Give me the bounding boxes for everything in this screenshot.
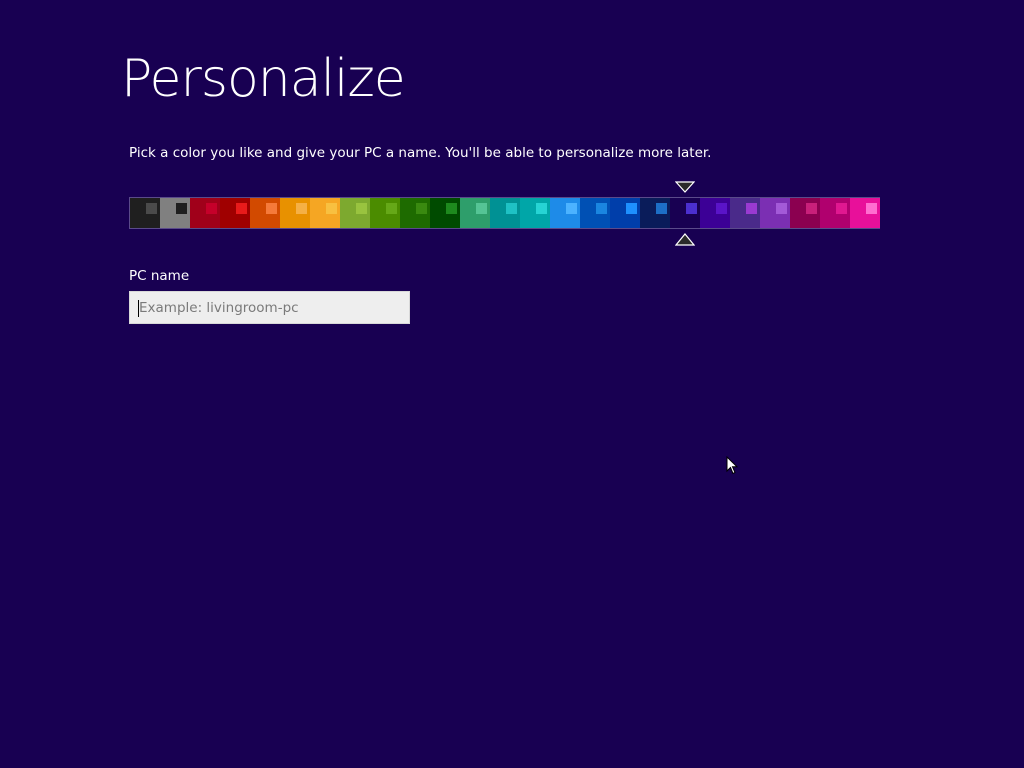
- swatch-accent: [656, 203, 667, 214]
- swatch-accent: [146, 203, 157, 214]
- swatch-accent: [506, 203, 517, 214]
- mouse-pointer-icon: [726, 456, 738, 475]
- swatch-accent: [206, 203, 217, 214]
- swatch-accent: [356, 203, 367, 214]
- color-swatch[interactable]: [400, 198, 430, 228]
- color-palette[interactable]: [129, 197, 880, 229]
- color-swatch[interactable]: [250, 198, 280, 228]
- swatch-accent: [566, 203, 577, 214]
- color-swatch[interactable]: [520, 198, 550, 228]
- instruction-text: Pick a color you like and give your PC a…: [129, 145, 712, 161]
- color-swatch[interactable]: [670, 198, 700, 228]
- color-swatch[interactable]: [130, 198, 160, 228]
- swatch-accent: [266, 203, 277, 214]
- color-swatch[interactable]: [640, 198, 670, 228]
- swatch-accent: [596, 203, 607, 214]
- swatch-accent: [236, 203, 247, 214]
- color-swatch[interactable]: [700, 198, 730, 228]
- swatch-accent: [746, 203, 757, 214]
- color-swatch[interactable]: [580, 198, 610, 228]
- color-swatch[interactable]: [550, 198, 580, 228]
- swatch-accent: [686, 203, 697, 214]
- swatch-accent: [536, 203, 547, 214]
- swatch-accent: [716, 203, 727, 214]
- pc-name-input[interactable]: [129, 291, 410, 324]
- text-caret: [138, 300, 139, 317]
- swatch-accent: [866, 203, 877, 214]
- swatch-accent: [386, 203, 397, 214]
- setup-screen: Personalize Pick a color you like and gi…: [0, 0, 1024, 768]
- page-title: Personalize: [121, 49, 406, 109]
- color-swatch[interactable]: [460, 198, 490, 228]
- up-triangle-icon: [675, 233, 695, 246]
- color-swatch[interactable]: [160, 198, 190, 228]
- color-swatch[interactable]: [190, 198, 220, 228]
- down-triangle-icon: [675, 181, 695, 193]
- color-swatch[interactable]: [280, 198, 310, 228]
- color-swatch[interactable]: [730, 198, 760, 228]
- swatch-accent: [836, 203, 847, 214]
- swatch-accent: [806, 203, 817, 214]
- color-swatch[interactable]: [370, 198, 400, 228]
- color-swatch[interactable]: [790, 198, 820, 228]
- swatch-accent: [176, 203, 187, 214]
- swatch-accent: [776, 203, 787, 214]
- pc-name-label: PC name: [129, 268, 190, 284]
- color-swatch[interactable]: [490, 198, 520, 228]
- swatch-accent: [476, 203, 487, 214]
- color-swatch[interactable]: [820, 198, 850, 228]
- color-swatch[interactable]: [760, 198, 790, 228]
- swatch-accent: [446, 203, 457, 214]
- swatch-accent: [326, 203, 337, 214]
- color-swatch[interactable]: [220, 198, 250, 228]
- color-swatch[interactable]: [610, 198, 640, 228]
- swatch-accent: [626, 203, 637, 214]
- color-swatch[interactable]: [340, 198, 370, 228]
- color-swatch[interactable]: [430, 198, 460, 228]
- swatch-accent: [296, 203, 307, 214]
- swatch-accent: [416, 203, 427, 214]
- color-swatch[interactable]: [850, 198, 880, 228]
- color-swatch[interactable]: [310, 198, 340, 228]
